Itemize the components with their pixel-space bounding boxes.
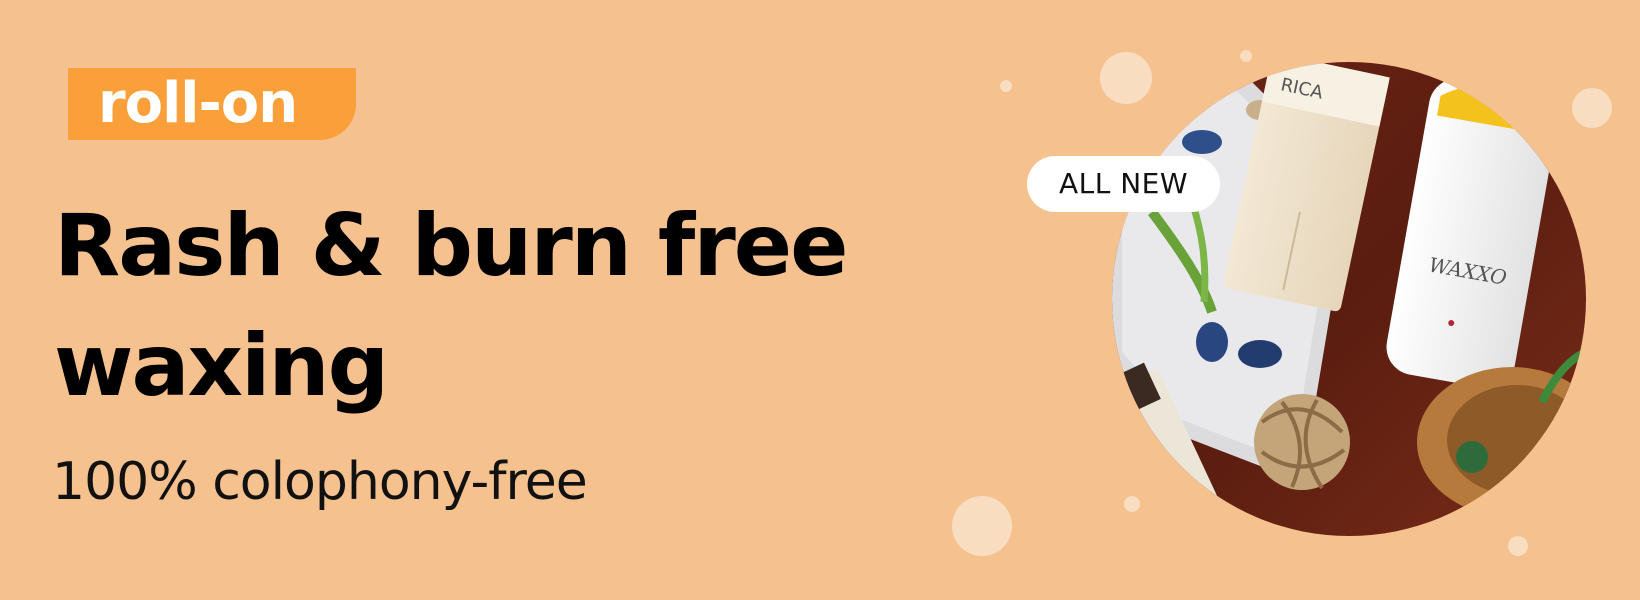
headline: Rash & burn free waxing xyxy=(54,186,874,426)
all-new-badge: ALL NEW xyxy=(1027,156,1220,212)
decor-bubble xyxy=(1000,80,1012,92)
subheadline: 100% colophony-free xyxy=(52,452,588,512)
decor-bubble xyxy=(952,496,1012,556)
decor-bubble xyxy=(1508,536,1528,556)
product-photo-illustration: RICA WAXXO xyxy=(1112,62,1586,536)
decor-bubble xyxy=(1240,50,1252,62)
category-tag: roll-on xyxy=(68,68,356,140)
headline-line-2: waxing xyxy=(54,316,389,416)
headline-line-1: Rash & burn free xyxy=(54,196,848,296)
promo-banner[interactable]: roll-on Rash & burn free waxing 100% col… xyxy=(0,0,1640,600)
product-photo: RICA WAXXO xyxy=(1112,62,1586,536)
